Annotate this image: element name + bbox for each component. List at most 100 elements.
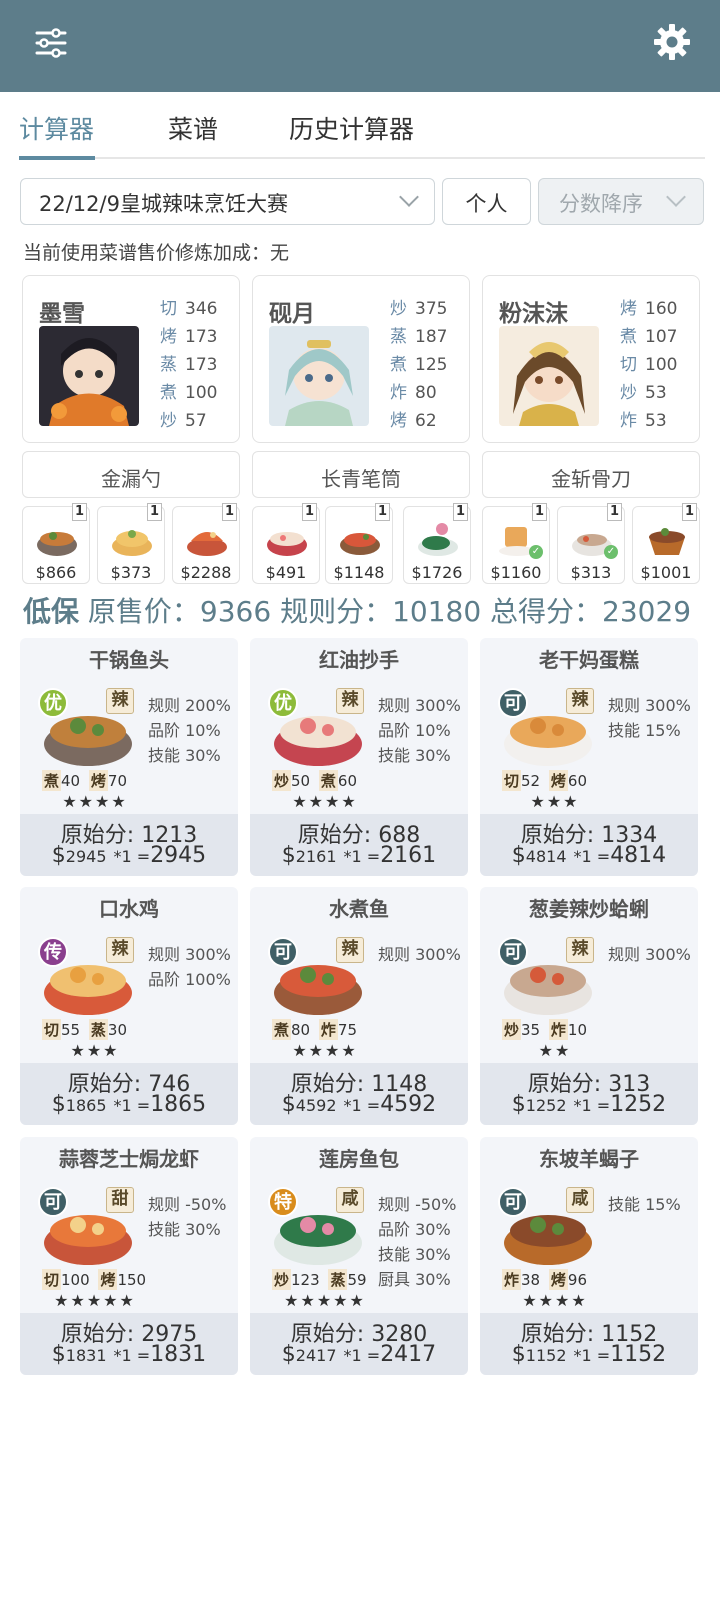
- recipe-slot[interactable]: 1 ✓ $313: [557, 503, 625, 584]
- check-icon: ✓: [529, 545, 543, 559]
- effect-item: 规则 200%: [148, 696, 231, 715]
- dollar-icon: $: [281, 1342, 296, 1367]
- event-select[interactable]: 22/12/9皇城辣味烹饪大赛: [20, 178, 435, 225]
- effect-list: 规则 -50% 技能 30%: [148, 1192, 226, 1242]
- recipe-slot[interactable]: 1 $373: [97, 503, 165, 584]
- price-label: $1148: [333, 563, 385, 582]
- chef-card-2[interactable]: 砚月 炒 375 蒸 187 煮 125 炸 80 烤 62: [252, 275, 470, 443]
- rarity-badge: 可: [38, 1187, 68, 1217]
- star-rating: ★★★★: [292, 1041, 358, 1060]
- effect-list: 技能 15%: [608, 1192, 681, 1217]
- recipe-title: 老干妈蛋糕: [539, 648, 639, 672]
- effect-list: 规则 300%: [378, 942, 461, 967]
- rarity-badge: 优: [268, 688, 298, 718]
- price-label: $1001: [640, 563, 692, 582]
- rarity-badge: 可: [498, 688, 528, 718]
- effect-item: 规则 300%: [378, 696, 461, 715]
- multiplier-text: *1 =: [573, 847, 611, 866]
- sort-select[interactable]: 分数降序: [538, 178, 704, 225]
- dollar-icon: $: [281, 1092, 296, 1117]
- price-label: $2288: [180, 563, 232, 582]
- skill-value: 70: [107, 772, 127, 790]
- skill-requirements: 炒 35 炸 10: [502, 1019, 591, 1043]
- recipe-card[interactable]: 红油抄手 优 辣 炒 50 煮 60 ★★★★ 规则 300% 品阶 10% 技能 30…: [250, 638, 468, 876]
- event-select-value: 22/12/9皇城辣味烹饪大赛: [39, 192, 288, 216]
- recipe-title: 蒜蓉芝士焗龙虾: [59, 1147, 199, 1171]
- score-panel: 原始分: 1148 $4592 *1 =4592: [250, 1063, 468, 1125]
- skill-value: 150: [117, 1271, 147, 1289]
- effect-list: 规则 300% 品阶 100%: [148, 942, 231, 992]
- tab-recipes[interactable]: 菜谱: [168, 110, 218, 146]
- gear-icon[interactable]: [652, 22, 692, 62]
- skill-label: 烤: [88, 770, 108, 791]
- chef-card-3[interactable]: 粉沫沫 烤 160 煮 107 切 100 炒 53 炸 53: [482, 275, 700, 443]
- rarity-badge: 可: [498, 937, 528, 967]
- rarity-badge: 传: [38, 937, 68, 967]
- skill-label: 烤: [548, 770, 568, 791]
- recipe-card[interactable]: 老干妈蛋糕 可 辣 切 52 烤 60 ★★★ 规则 300% 技能 15% 原始分:…: [480, 638, 698, 876]
- sort-select-value: 分数降序: [559, 192, 643, 216]
- recipe-slot[interactable]: 1 $1148: [325, 503, 393, 584]
- stat-label: 蒸: [160, 355, 177, 375]
- dish-icon: [649, 528, 685, 555]
- score-panel: 原始分: 688 $2161 *1 =2161: [250, 814, 468, 876]
- stat-label: 烤: [390, 411, 407, 431]
- effect-item: 规则 300%: [608, 945, 691, 964]
- recipe-title: 葱姜辣炒蛤蜊: [529, 897, 649, 921]
- chef-stats: 烤 160 煮 107 切 100 炒 53 炸 53: [620, 294, 695, 434]
- total-price: 2161: [380, 843, 437, 868]
- recipe-title: 莲房鱼包: [319, 1147, 399, 1171]
- mode-button[interactable]: 个人: [442, 178, 531, 225]
- recipe-title: 红油抄手: [319, 648, 399, 672]
- multiplier-text: *1 =: [573, 1346, 611, 1365]
- recipe-slot[interactable]: 1 $1001: [632, 503, 700, 584]
- flavor-tag: 辣: [566, 688, 594, 714]
- recipe-slot[interactable]: 1 $2288: [172, 503, 240, 584]
- recipe-slot[interactable]: 1 $1726: [403, 503, 471, 584]
- dish-icon: [112, 530, 152, 556]
- recipe-slot[interactable]: 1 $491: [252, 503, 320, 584]
- rarity-badge: 优: [38, 688, 68, 718]
- stat-label: 切: [620, 355, 637, 375]
- recipe-slot[interactable]: 1 $866: [22, 503, 90, 584]
- stat-label: 蒸: [390, 327, 407, 347]
- skill-label: 炒: [502, 1019, 522, 1040]
- chef-portrait-image: [269, 326, 369, 426]
- recipe-card[interactable]: 葱姜辣炒蛤蜊 可 辣 炒 35 炸 10 ★★ 规则 300% 原始分: 313 $…: [480, 887, 698, 1125]
- equip-slot-1[interactable]: 金漏勺: [22, 451, 240, 498]
- price-calculation: $1831 *1 =1831: [20, 1342, 238, 1367]
- stat-value: 375: [415, 299, 448, 319]
- tab-history-calculator[interactable]: 历史计算器: [289, 110, 414, 146]
- skill-requirements: 切 55 蒸 30: [42, 1019, 131, 1043]
- recipe-card[interactable]: 水煮鱼 可 辣 煮 80 炸 75 ★★★★ 规则 300% 原始分: 1148 $…: [250, 887, 468, 1125]
- tab-calculator[interactable]: 计算器: [19, 110, 94, 146]
- skill-requirements: 切 100 烤 150: [42, 1269, 150, 1293]
- flavor-tag: 咸: [566, 1187, 594, 1213]
- dollar-icon: $: [51, 1092, 66, 1117]
- chef-name: 砚月: [269, 301, 315, 327]
- chef-card-1[interactable]: 墨雪 切 346 烤 173 蒸 173 煮 100 炒 57: [22, 275, 240, 443]
- multiplier-text: *1 =: [113, 847, 151, 866]
- recipe-card[interactable]: 蒜蓉芝士焗龙虾 可 甜 切 100 烤 150 ★★★★★ 规则 -50% 技能 30…: [20, 1137, 238, 1375]
- recipe-card[interactable]: 口水鸡 传 辣 切 55 蒸 30 ★★★ 规则 300% 品阶 100% 原始分: …: [20, 887, 238, 1125]
- total-price: 1831: [150, 1342, 207, 1367]
- tab-bar: 计算器 菜谱 历史计算器: [19, 92, 705, 162]
- stat-value: 173: [185, 355, 218, 375]
- effect-list: 规则 -50% 品阶 30% 技能 30% 厨具 30%: [378, 1192, 456, 1292]
- dish-icon: [267, 532, 307, 556]
- flavor-tag: 辣: [336, 688, 364, 714]
- sliders-icon[interactable]: [34, 26, 68, 60]
- stat-label: 烤: [160, 327, 177, 347]
- score-panel: 原始分: 3280 $2417 *1 =2417: [250, 1313, 468, 1375]
- recipe-slot[interactable]: 1 ✓ $1160: [482, 503, 550, 584]
- recipe-card[interactable]: 干锅鱼头 优 辣 煮 40 烤 70 ★★★★ 规则 200% 品阶 10% 技能 30…: [20, 638, 238, 876]
- dollar-icon: $: [511, 843, 526, 868]
- skill-label: 炸: [548, 1019, 568, 1040]
- recipe-card[interactable]: 莲房鱼包 特 咸 炒 123 蒸 59 ★★★★★ 规则 -50% 品阶 30% 技能 …: [250, 1137, 468, 1375]
- unit-price: 1152: [525, 1346, 567, 1365]
- effect-item: 规则 300%: [378, 945, 461, 964]
- equip-slot-3[interactable]: 金斩骨刀: [482, 451, 700, 498]
- recipe-card[interactable]: 东坡羊蝎子 可 咸 炸 38 烤 96 ★★★★ 技能 15% 原始分: 1152 …: [480, 1137, 698, 1375]
- equip-slot-2[interactable]: 长青笔筒: [252, 451, 470, 498]
- effect-item: 规则 -50%: [378, 1195, 457, 1214]
